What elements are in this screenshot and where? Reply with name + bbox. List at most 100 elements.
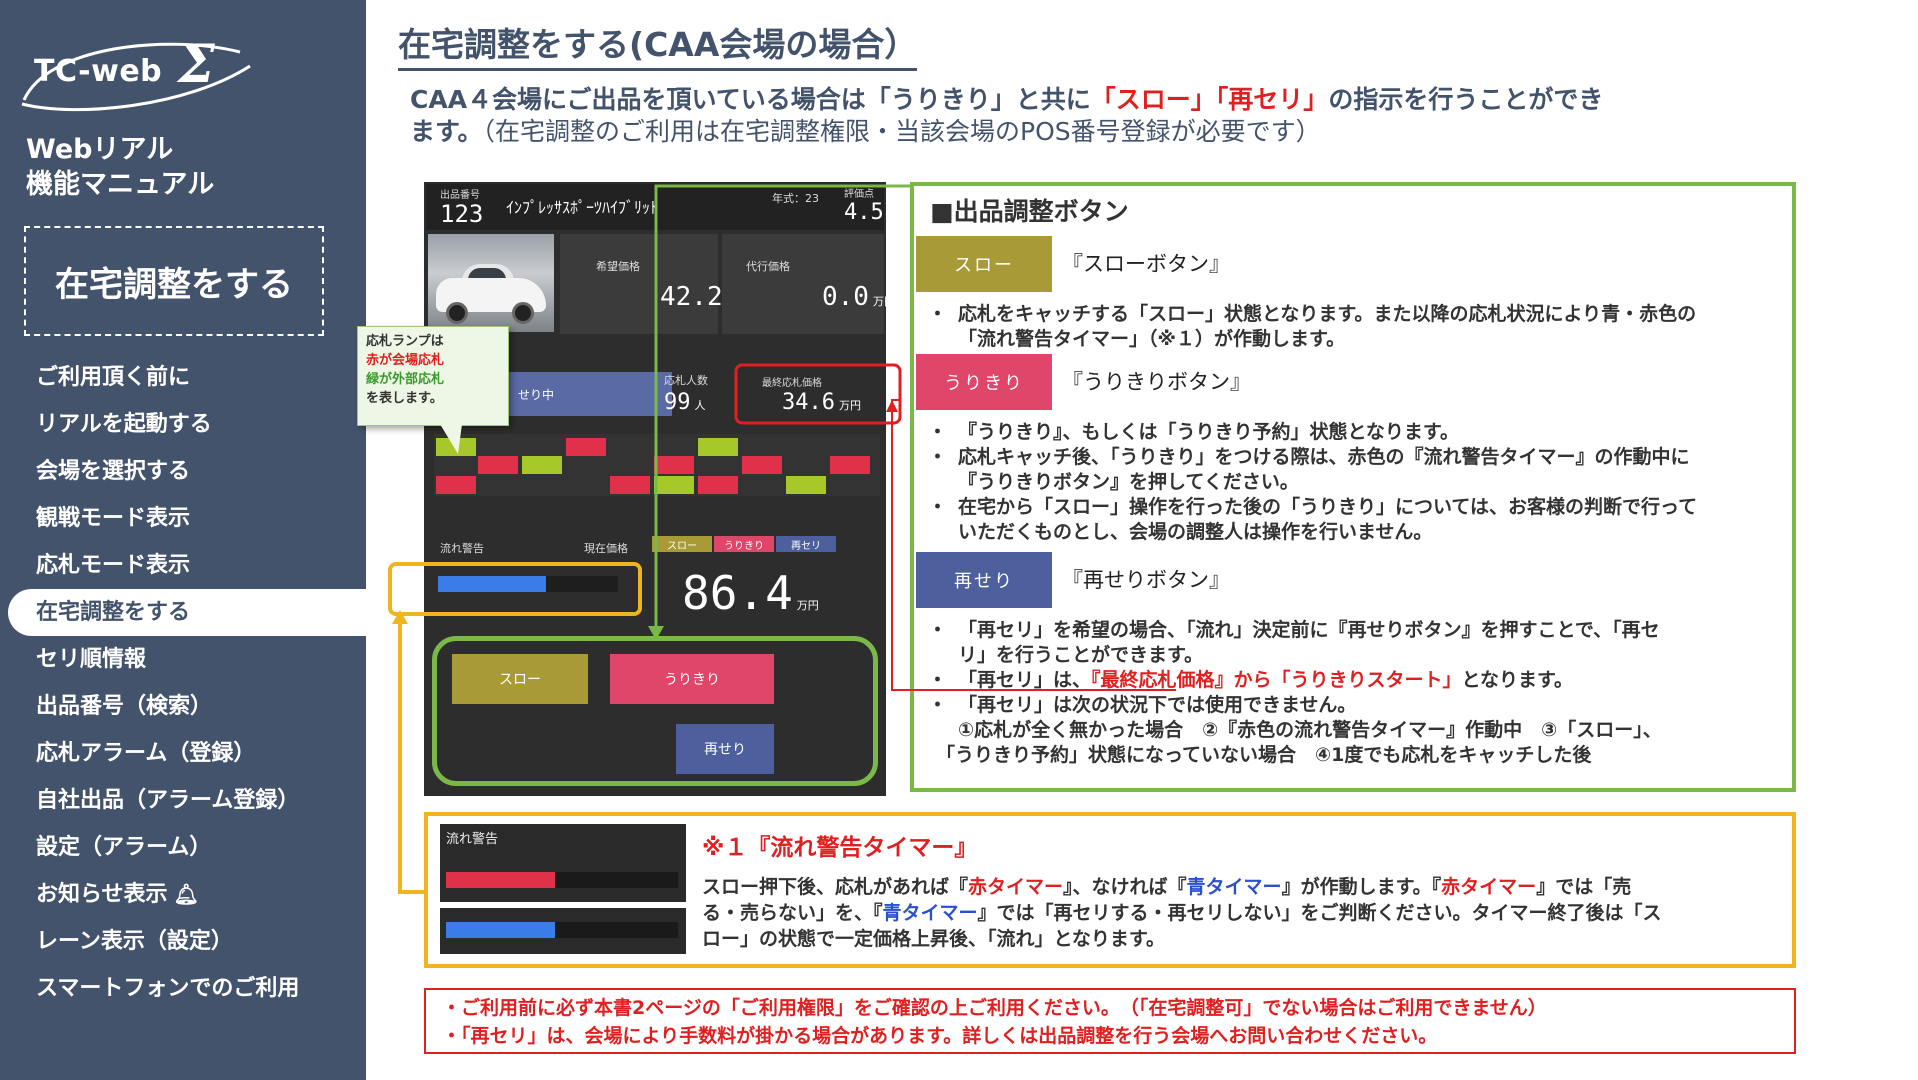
car-wheel-front xyxy=(446,302,468,324)
reseri-desc-2a: 「再セリ」は、 xyxy=(958,669,1092,691)
urikiri-button-name: 『うりきりボタン』 xyxy=(1062,370,1251,394)
sidebar-item-select-venue[interactable]: 会場を選択する xyxy=(0,448,366,495)
sidebar-item-lot-search[interactable]: 出品番号（検索） xyxy=(0,683,366,730)
bid-lamp-red xyxy=(654,456,694,474)
final-value: 34.6 万円 xyxy=(782,390,861,415)
final-unit: 万円 xyxy=(838,399,861,412)
intro-part1: CAA４会場にご出品を頂いている場合は「うりきり」と共に xyxy=(410,85,1091,114)
panel-title: ■出品調整ボタン xyxy=(930,197,1129,226)
warning-timer-bar xyxy=(438,576,618,592)
warning-timer-fill xyxy=(438,576,546,592)
sidebar-item-watch-mode[interactable]: 観戦モード表示 xyxy=(0,495,366,542)
bid-lamp-red xyxy=(698,476,738,494)
desired-value-number: 42.2 xyxy=(660,282,723,312)
sidebar-item-own-lot[interactable]: 自社出品（アラーム登録） xyxy=(0,777,366,824)
manual-title-line1: Webリアル xyxy=(26,134,174,165)
callout-line1: 応札ランプは xyxy=(366,334,444,349)
sidebar-nav: ご利用頂く前に リアルを起動する 会場を選択する 観戦モード表示 応札モード表示… xyxy=(0,354,366,1012)
sidebar-item-lane-display[interactable]: レーン表示（設定） xyxy=(0,918,366,965)
timer-sample-label: 流れ警告 xyxy=(446,832,499,847)
caution-notes: ・ご利用前に必ず本書2ページの「ご利用権限」をご確認の上ご利用ください。 （「在… xyxy=(424,988,1796,1054)
bid-lamp-green xyxy=(522,456,562,474)
lot-number: 123 xyxy=(440,200,484,228)
app-slow-button[interactable]: スロー xyxy=(452,654,588,704)
timer-text: 』では「再セリする・再セリしない」をご判断ください。タイマー終了後は「ス xyxy=(977,902,1662,924)
final-number: 34.6 xyxy=(782,390,835,415)
reseri-desc-item: 「再セリ」は、『最終応札価格』から「うりきりスタート」となります。 xyxy=(928,668,1788,693)
desired-label: 希望価格 xyxy=(596,260,640,273)
sidebar-item-before-use[interactable]: ご利用頂く前に xyxy=(0,354,366,401)
blue-timer-fill xyxy=(446,922,556,938)
tag-reseri: 再セリ xyxy=(776,536,836,552)
bell-icon: 🔔︎ xyxy=(173,882,199,906)
reseri-desc-item: 「再セリ」は次の状況下では使用できません。 xyxy=(928,693,1788,718)
app-urikiri-button[interactable]: うりきり xyxy=(610,654,774,704)
red-timer-fill xyxy=(446,872,556,888)
current-label: 現在価格 xyxy=(584,542,628,555)
urikiri-desc-3a: 在宅から「スロー」操作を行った後の「うりきり」については、お客様の判断で行って xyxy=(958,496,1698,518)
sidebar-item-launch[interactable]: リアルを起動する xyxy=(0,401,366,448)
reseri-desc-2b: となります。 xyxy=(1461,669,1574,691)
bid-lamp-red xyxy=(830,456,870,474)
year-label: 年式：23 xyxy=(772,192,819,205)
sidebar: TC-web Σ Webリアル 機能マニュアル 在宅調整をする ご利用頂く前に … xyxy=(0,0,366,1080)
sidebar-item-notices-label: お知らせ表示 xyxy=(36,882,168,907)
sidebar-item-auction-order[interactable]: セリ順情報 xyxy=(0,636,366,683)
bid-lamp-green xyxy=(654,476,694,494)
manual-title: Webリアル 機能マニュアル xyxy=(26,132,214,202)
callout-line4: を表します。 xyxy=(366,391,443,406)
current-unit: 万円 xyxy=(796,599,819,612)
reseri-desc-1b: リ」を行うことができます。 xyxy=(958,644,1204,666)
sidebar-item-bid-alarm[interactable]: 応札アラーム（登録） xyxy=(0,730,366,777)
note-line2: ・「再セリ」は、会場により手数料が掛かる場合があります。詳しくは出品調整を行う会… xyxy=(442,1025,1438,1047)
sidebar-item-notices[interactable]: お知らせ表示 🔔︎ xyxy=(0,871,366,918)
lot-label: 出品番号 xyxy=(440,190,480,201)
reseri-desc-4: ①応札が全く無かった場合 ②『赤色の流れ警告タイマー』作動中 ③「スロー」、 xyxy=(958,719,1662,741)
reseri-button-name: 『再せりボタン』 xyxy=(1062,568,1230,592)
bid-lamp-red xyxy=(566,438,606,456)
callout-line2: 赤が会場応札 xyxy=(366,353,445,368)
callout-tail xyxy=(440,424,462,454)
timer-title: ※１『流れ警告タイマー』 xyxy=(702,835,978,861)
bid-lamp-red xyxy=(478,456,518,474)
auction-app-screenshot: 出品番号 123 ｲﾝﾌﾟﾚｯｻｽﾎﾟｰﾂﾊｲﾌﾞﾘｯﾄ 年式：23 評価点 4… xyxy=(424,182,886,796)
final-label: 最終応札価格 xyxy=(762,378,822,389)
urikiri-desc-item: 応札キャッチ後、「うりきり」をつける際は、赤色の『流れ警告タイマー』の作動中に『… xyxy=(928,445,1788,495)
proxy-value: 0.0万円 xyxy=(822,282,886,312)
tcweb-logo: TC-web Σ xyxy=(18,26,258,114)
red-timer-sample: 流れ警告 xyxy=(440,824,686,902)
proxy-label: 代行価格 xyxy=(746,260,790,273)
timer-text: ロー」の状態で一定価格上昇後、「流れ」となります。 xyxy=(702,928,1166,950)
sidebar-item-settings[interactable]: 設定（アラーム） xyxy=(0,824,366,871)
slow-button-sample: スロー xyxy=(916,236,1052,292)
reseri-description: 「再セリ」を希望の場合、「流れ」決定前に『再せりボタン』を押すことで、「再セリ」… xyxy=(928,618,1788,768)
urikiri-desc-2a: 応札キャッチ後、「うりきり」をつける際は、赤色の『流れ警告タイマー』の作動中に xyxy=(958,446,1690,468)
yellow-arrow-head xyxy=(392,610,408,624)
timer-text: 』、なければ『 xyxy=(1063,876,1187,898)
blue-timer-bar xyxy=(446,922,678,938)
sidebar-item-remote-adjust[interactable]: 在宅調整をする xyxy=(8,589,366,636)
red-arrow-head xyxy=(886,400,898,412)
bidders-unit: 人 xyxy=(694,399,706,412)
bid-lamp-green xyxy=(786,476,826,494)
grade-label: 評価点 xyxy=(844,189,874,200)
blue-timer-word: 青タイマー xyxy=(882,902,978,924)
bid-lamp-callout: 応札ランプは 赤が会場応札 緑が外部応札 を表します。 xyxy=(357,326,509,426)
slow-description: 応札をキャッチする「スロー」状態となります。また以降の応札状況により青・赤色の「… xyxy=(928,302,1788,352)
timer-text: る・売らない」を、『 xyxy=(702,902,883,924)
sidebar-item-smartphone[interactable]: スマートフォンでのご利用 xyxy=(0,965,366,1012)
reseri-desc-2red: 『最終応札価格』から「うりきりスタート」 xyxy=(1091,669,1462,691)
intro-part3: ます。 xyxy=(410,117,483,146)
bidders-number: 99 xyxy=(664,390,691,415)
car-photo xyxy=(428,234,554,332)
slow-button-name: 『スローボタン』 xyxy=(1062,252,1230,276)
app-reseri-button[interactable]: 再せり xyxy=(676,724,774,774)
current-section-box: 在宅調整をする xyxy=(24,226,324,336)
logo-text: TC-web xyxy=(34,54,163,89)
current-number: 86.4 xyxy=(682,566,793,620)
reseri-desc-5: 「うりきり予約」状態になっていない場合 ④1度でも応札をキャッチした後 xyxy=(936,744,1592,766)
grade-value: 4.5 xyxy=(844,200,884,225)
sidebar-item-bid-mode[interactable]: 応札モード表示 xyxy=(0,542,366,589)
car-name: ｲﾝﾌﾟﾚｯｻｽﾎﾟｰﾂﾊｲﾌﾞﾘｯﾄ xyxy=(506,198,659,217)
timer-text: 』では「売 xyxy=(1536,876,1632,898)
